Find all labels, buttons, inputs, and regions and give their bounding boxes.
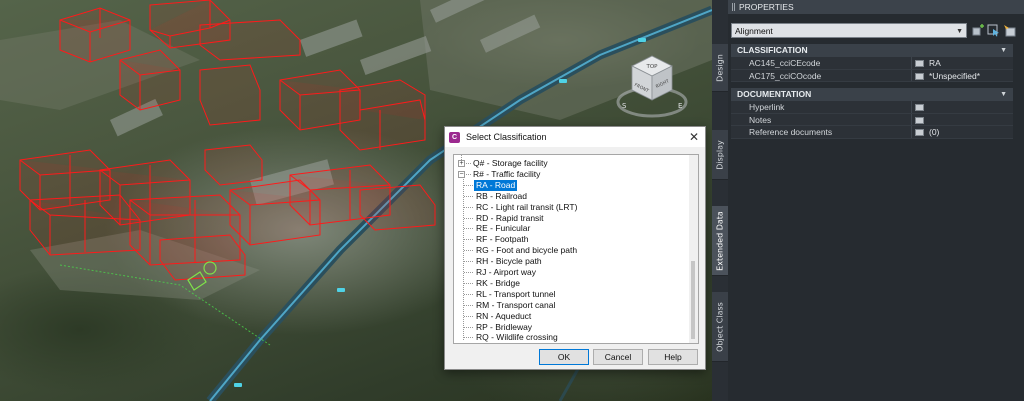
- tree-item-label: Q# - Storage facility: [473, 158, 548, 168]
- app-icon: C: [449, 131, 460, 143]
- tree-item-label: RL - Transport tunnel: [476, 288, 556, 299]
- tree-item-label: RN - Aqueduct: [476, 310, 532, 321]
- close-icon[interactable]: ✕: [683, 130, 705, 144]
- property-row-reference-documents[interactable]: Reference documents (0): [731, 126, 1013, 139]
- tree-item-label: RH - Bicycle path: [476, 256, 542, 267]
- table-icon[interactable]: [915, 129, 924, 136]
- documentation-section-header[interactable]: DOCUMENTATION ▼: [731, 88, 1013, 101]
- tree-item[interactable]: RB - Railroad: [454, 191, 690, 202]
- tree-item-label: RA - Road: [474, 179, 518, 191]
- tree-item[interactable]: RH - Bicycle path: [454, 256, 690, 267]
- classification-section: CLASSIFICATION ▼ AC145_cciCEcode RA AC17…: [731, 44, 1013, 82]
- toggle-pickadd-icon[interactable]: [972, 24, 985, 37]
- tab-extended-data[interactable]: Extended Data: [712, 206, 728, 276]
- property-name: Hyperlink: [749, 102, 785, 112]
- compass-east-label[interactable]: E: [678, 102, 682, 110]
- table-icon[interactable]: [915, 60, 924, 67]
- palette-tab-strip: Design Display Extended Data Object Clas…: [712, 0, 728, 401]
- tab-object-class[interactable]: Object Class: [712, 292, 728, 362]
- tree-item-label: RD - Rapid transit: [476, 212, 544, 223]
- table-icon[interactable]: [915, 72, 924, 80]
- compass-south-label[interactable]: S: [622, 102, 627, 110]
- property-value[interactable]: RA: [929, 57, 941, 70]
- select-objects-icon[interactable]: [987, 24, 1000, 37]
- tree-item[interactable]: + Q# - Storage facility: [454, 158, 690, 169]
- tree-item[interactable]: RG - Foot and bicycle path: [454, 245, 690, 256]
- property-name: Reference documents: [749, 127, 833, 137]
- property-row-notes[interactable]: Notes: [731, 113, 1013, 126]
- ok-button[interactable]: OK: [539, 349, 589, 365]
- dialog-titlebar[interactable]: C Select Classification ✕: [445, 127, 705, 147]
- tree-item-label: RM - Transport canal: [476, 299, 556, 310]
- tree-item[interactable]: − R# - Traffic facility: [454, 169, 690, 180]
- tree-item-label: RC - Light rail transit (LRT): [476, 201, 578, 212]
- properties-title: PROPERTIES: [739, 2, 794, 12]
- tree-item[interactable]: RM - Transport canal: [454, 300, 690, 311]
- collapse-icon[interactable]: ▼: [1000, 88, 1007, 101]
- scrollbar-thumb[interactable]: [691, 261, 695, 339]
- expand-icon[interactable]: +: [458, 160, 465, 167]
- classification-section-title: CLASSIFICATION: [737, 45, 808, 55]
- property-row-cecode[interactable]: AC145_cciCEcode RA: [731, 57, 1013, 70]
- tree-item[interactable]: RD - Rapid transit: [454, 213, 690, 224]
- tree-item-label: RQ - Wildlife crossing: [476, 332, 558, 343]
- collapse-icon[interactable]: ▼: [1000, 44, 1007, 57]
- tree-item-label: RK - Bridge: [476, 277, 520, 288]
- tree-item[interactable]: RF - Footpath: [454, 234, 690, 245]
- tree-item-label: RE - Funicular: [476, 223, 531, 234]
- table-icon[interactable]: [915, 116, 924, 124]
- documentation-section: DOCUMENTATION ▼ Hyperlink Notes Referenc…: [731, 88, 1013, 139]
- tree-item-label: RG - Foot and bicycle path: [476, 245, 578, 256]
- tab-design-label: Design: [715, 53, 725, 82]
- tree-item[interactable]: RL - Transport tunnel: [454, 289, 690, 300]
- tree-item[interactable]: RE - Funicular: [454, 223, 690, 234]
- tree-item-label: R# - Traffic facility: [473, 168, 541, 179]
- object-type-select[interactable]: Alignment ▼: [731, 23, 967, 38]
- tree-item-label: RB - Railroad: [476, 190, 528, 201]
- quick-select-icon[interactable]: [1003, 24, 1016, 37]
- property-name: Notes: [749, 114, 772, 125]
- grip-icon[interactable]: [732, 3, 735, 11]
- tab-design[interactable]: Design: [712, 44, 728, 92]
- tree-item[interactable]: RK - Bridge: [454, 278, 690, 289]
- select-classification-dialog: C Select Classification ✕ + Q# - Storage …: [444, 126, 706, 370]
- properties-palette: PROPERTIES Alignment ▼ CLASSIFICATION ▼ …: [728, 0, 1024, 401]
- tree-item[interactable]: RC - Light rail transit (LRT): [454, 202, 690, 213]
- documentation-section-title: DOCUMENTATION: [737, 89, 812, 99]
- table-icon[interactable]: [915, 104, 924, 111]
- chevron-down-icon: ▼: [956, 28, 963, 35]
- tree-item[interactable]: RP - Bridleway: [454, 322, 690, 333]
- cancel-button[interactable]: Cancel: [593, 349, 643, 365]
- property-value[interactable]: (0): [929, 126, 939, 139]
- help-button[interactable]: Help: [648, 349, 698, 365]
- tree-item-label: RJ - Airport way: [476, 267, 536, 277]
- tree-item[interactable]: RN - Aqueduct: [454, 311, 690, 322]
- property-value[interactable]: *Unspecified*: [929, 70, 980, 83]
- tree-item[interactable]: RA - Road: [454, 179, 690, 191]
- dialog-title: Select Classification: [466, 132, 547, 142]
- tab-display[interactable]: Display: [712, 130, 728, 180]
- view-cube[interactable]: TOP FRONT RIGHT S E: [612, 44, 692, 124]
- object-type-value: Alignment: [735, 26, 773, 36]
- tree-scrollbar[interactable]: [689, 155, 698, 343]
- tab-object-class-label: Object Class: [715, 301, 725, 352]
- tree-item[interactable]: RJ - Airport way: [454, 267, 690, 278]
- tree-item[interactable]: RQ - Wildlife crossing: [454, 332, 690, 343]
- properties-header[interactable]: PROPERTIES: [728, 0, 1024, 14]
- property-row-hyperlink[interactable]: Hyperlink: [731, 101, 1013, 114]
- viewcube-top-label[interactable]: TOP: [645, 64, 658, 70]
- property-row-cocode[interactable]: AC175_cciCOcode *Unspecified*: [731, 69, 1013, 83]
- tab-extended-data-label: Extended Data: [715, 210, 725, 271]
- property-name: AC175_cciCOcode: [749, 70, 822, 81]
- tree-item-label: RF - Footpath: [476, 234, 529, 245]
- tab-display-label: Display: [715, 139, 725, 170]
- property-name: AC145_cciCEcode: [749, 58, 821, 68]
- classification-tree[interactable]: + Q# - Storage facility − R# - Traffic faci…: [453, 154, 699, 344]
- tree-item-label: RP - Bridleway: [476, 321, 533, 332]
- classification-section-header[interactable]: CLASSIFICATION ▼: [731, 44, 1013, 57]
